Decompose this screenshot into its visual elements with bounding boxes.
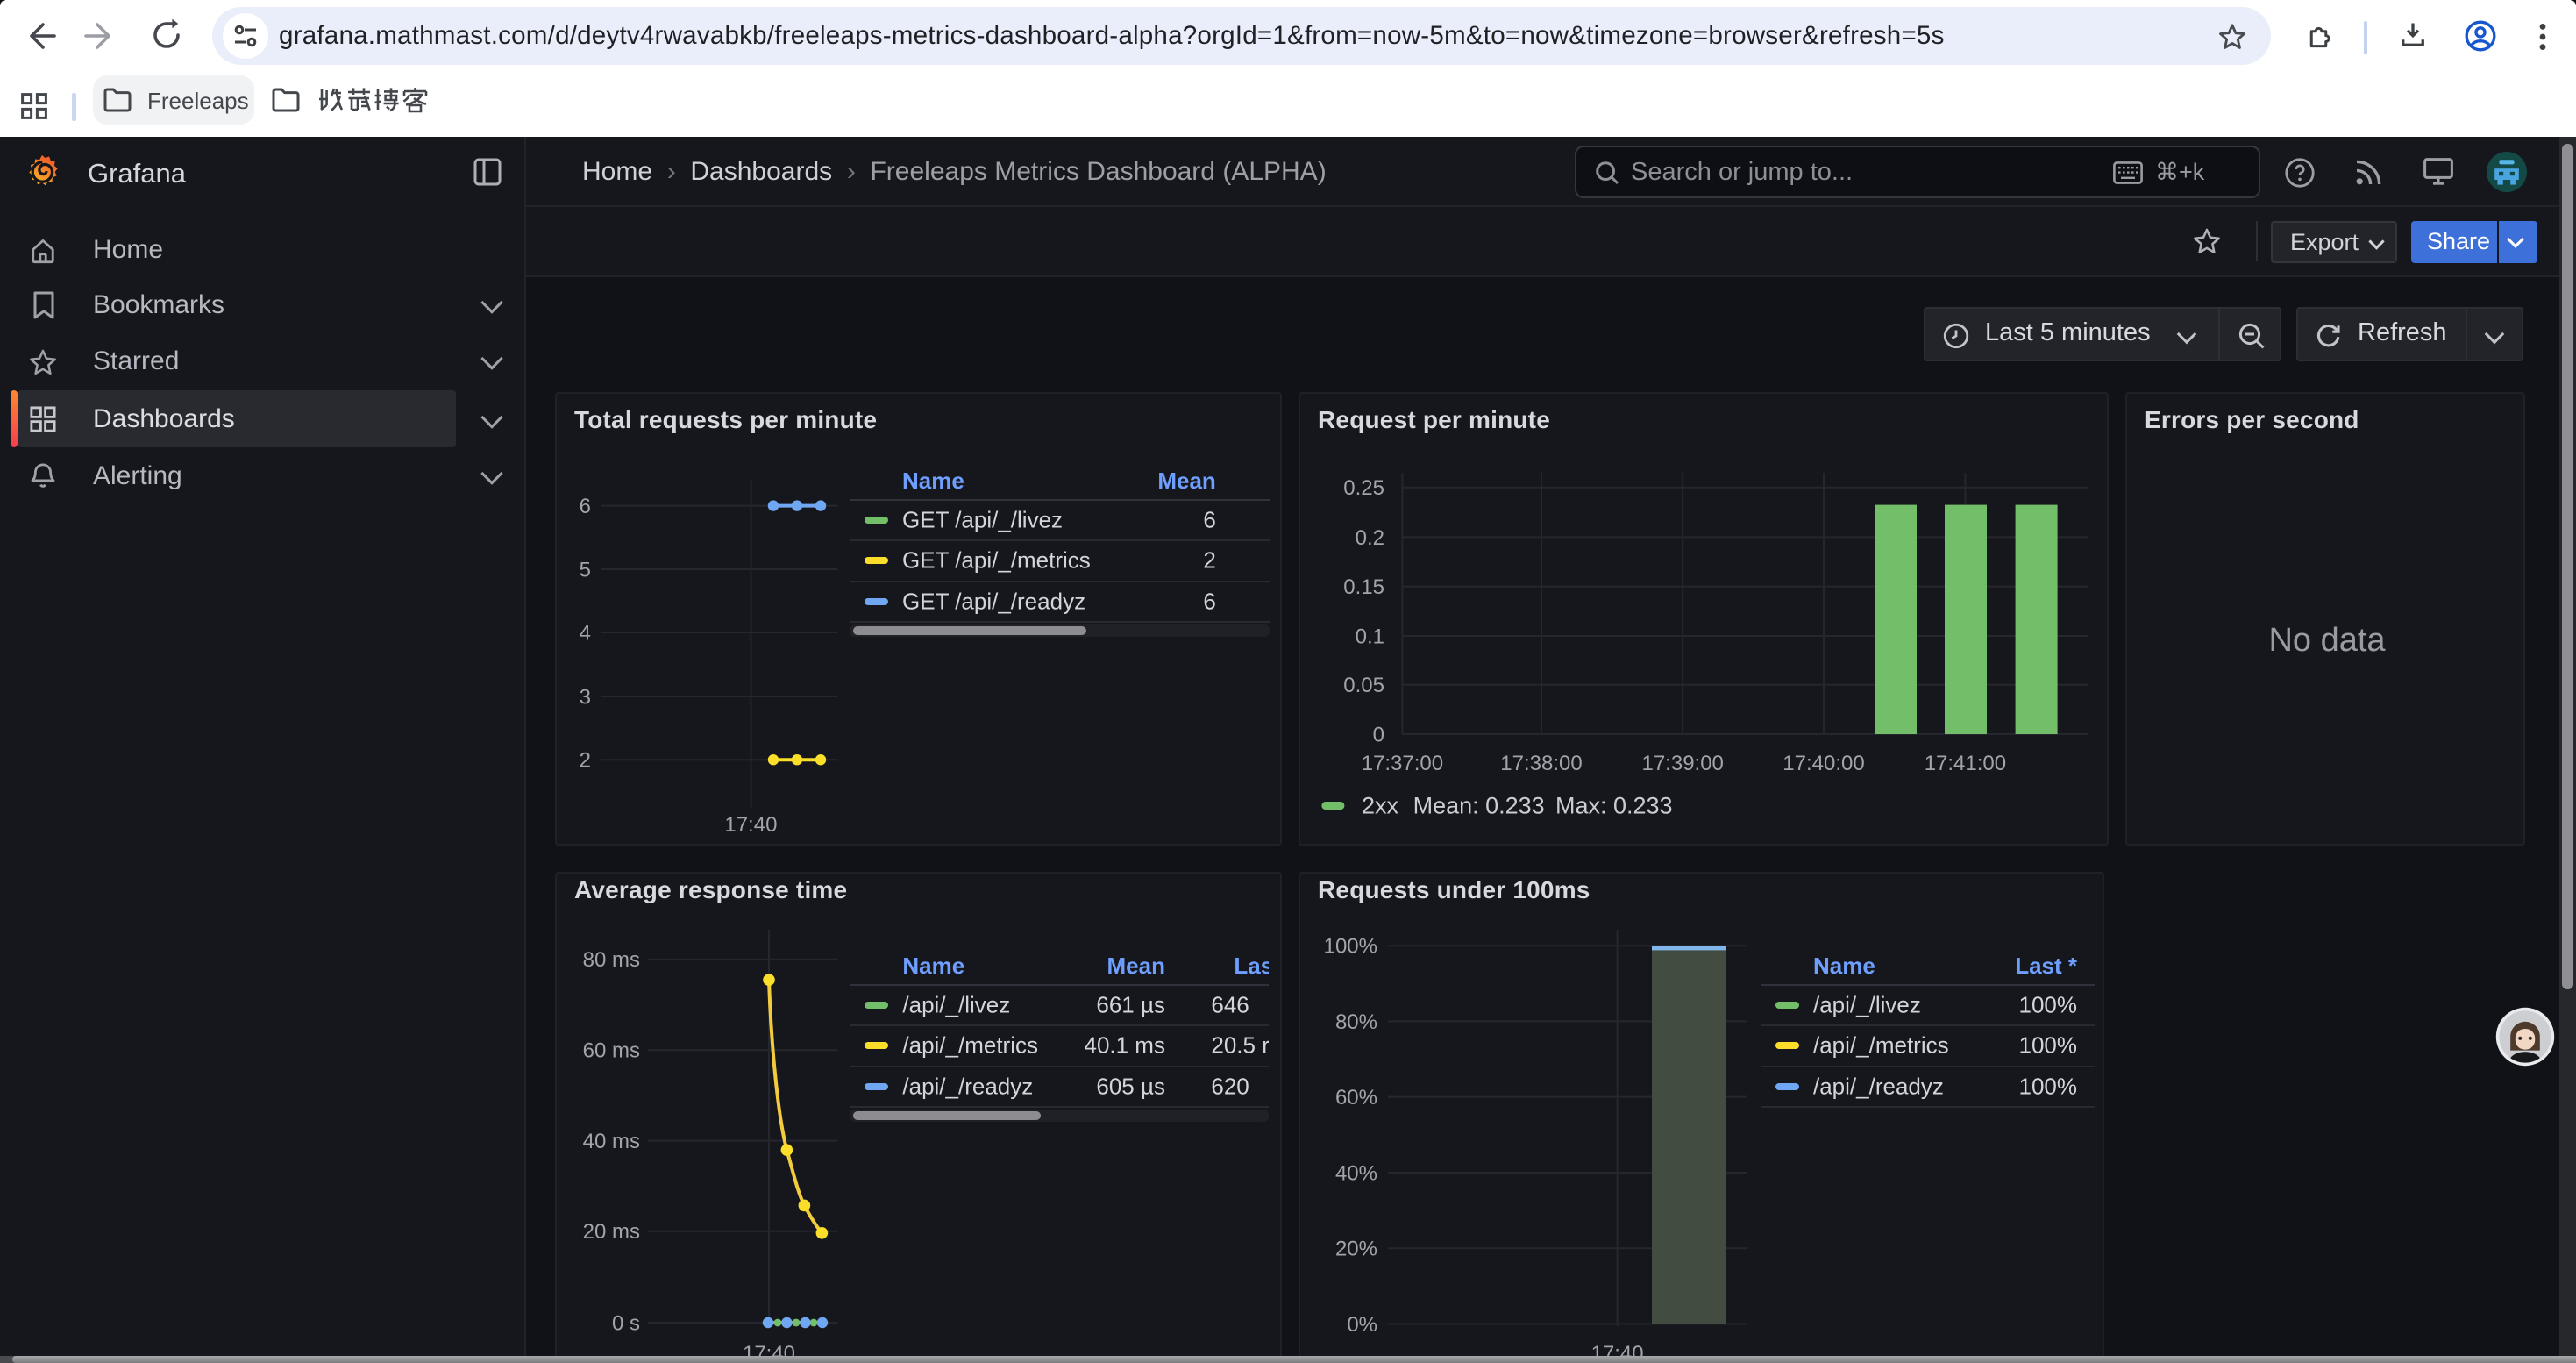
- svg-text:0%: 0%: [1347, 1312, 1377, 1336]
- svg-text:0.1: 0.1: [1356, 624, 1384, 648]
- svg-text:40 ms: 40 ms: [583, 1130, 640, 1153]
- svg-text:60%: 60%: [1335, 1086, 1377, 1110]
- svg-text:Max: 0.233: Max: 0.233: [1555, 792, 1673, 818]
- svg-text:4: 4: [580, 621, 591, 645]
- svg-text:0.25: 0.25: [1343, 476, 1384, 500]
- svg-text:0.05: 0.05: [1343, 674, 1384, 697]
- svg-text:17:40: 17:40: [724, 813, 777, 837]
- svg-text:0 s: 0 s: [612, 1311, 640, 1335]
- svg-text:17:38:00: 17:38:00: [1500, 752, 1582, 775]
- svg-text:0.2: 0.2: [1356, 525, 1384, 549]
- svg-text:Mean: 0.233: Mean: 0.233: [1413, 792, 1545, 818]
- svg-text:6: 6: [580, 495, 591, 518]
- svg-text:100%: 100%: [1324, 934, 1377, 958]
- svg-text:17:41:00: 17:41:00: [1925, 752, 2006, 775]
- svg-text:3: 3: [580, 685, 591, 709]
- svg-text:20 ms: 20 ms: [583, 1220, 640, 1244]
- svg-text:80%: 80%: [1335, 1010, 1377, 1033]
- svg-text:17:39:00: 17:39:00: [1641, 752, 1723, 775]
- svg-text:0.15: 0.15: [1343, 575, 1384, 599]
- svg-text:40%: 40%: [1335, 1161, 1377, 1185]
- svg-text:60 ms: 60 ms: [583, 1038, 640, 1062]
- svg-text:80 ms: 80 ms: [583, 948, 640, 972]
- svg-text:0: 0: [1373, 723, 1384, 746]
- svg-text:2xx: 2xx: [1362, 792, 1399, 818]
- svg-text:17:40:00: 17:40:00: [1783, 752, 1864, 775]
- svg-text:2: 2: [580, 748, 591, 772]
- svg-text:20%: 20%: [1335, 1237, 1377, 1260]
- svg-text:17:37:00: 17:37:00: [1362, 752, 1443, 775]
- svg-text:5: 5: [580, 558, 591, 582]
